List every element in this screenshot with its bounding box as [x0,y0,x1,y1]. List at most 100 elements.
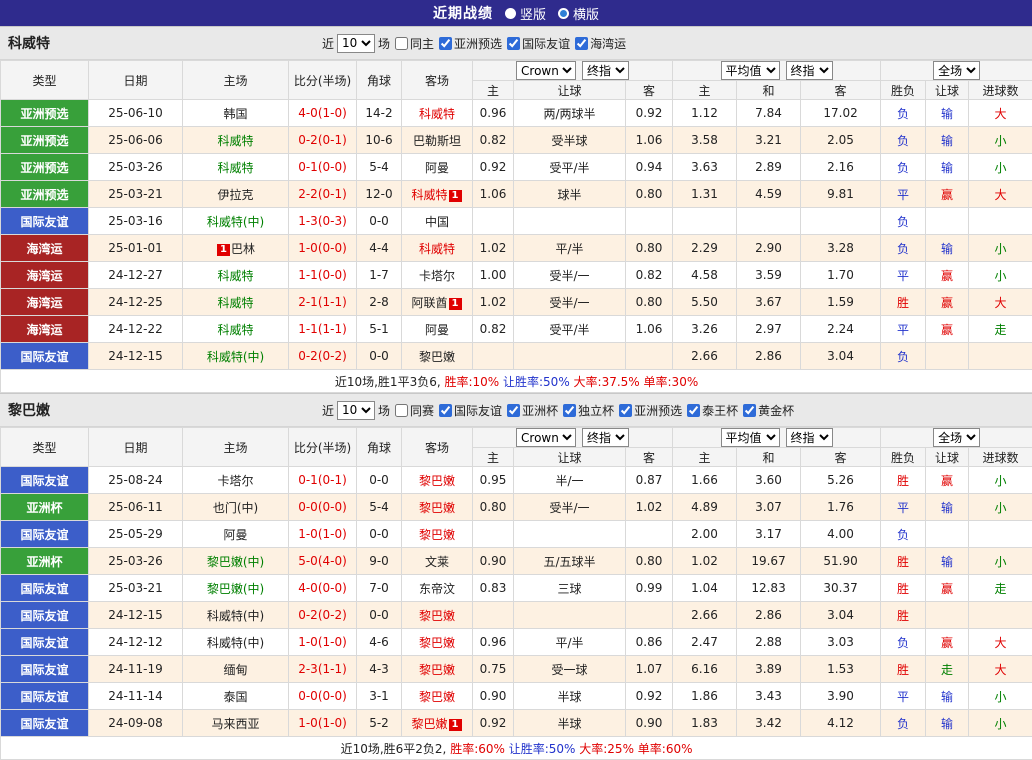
date-cell: 25-05-29 [89,521,183,548]
home-team-cell: 科威特(中) [183,343,289,370]
match-count-select[interactable]: 10 [337,34,375,53]
corner-cell: 5-4 [357,154,402,181]
avg-away-odds-cell: 3.03 [801,629,881,656]
filter-option[interactable]: 国际友谊 [507,35,570,52]
date-cell: 25-06-10 [89,100,183,127]
goals-result-cell: 小 [969,262,1032,289]
team-sections: 科威特近10场同主亚洲预选国际友谊海湾运类型日期主场比分(半场)角球客场Crow… [0,26,1032,760]
date-cell: 24-12-25 [89,289,183,316]
match-row: 海湾运24-12-22科威特1-1(1-1)5-1阿曼0.82受平/半1.063… [1,316,1032,343]
avg-draw-odds-cell: 3.17 [737,521,801,548]
filter-checkbox[interactable] [395,404,408,417]
radio-vertical-label: 竖版 [520,4,546,23]
match-row: 海湾运25-01-011巴林1-0(0-0)4-4科威特1.02平/半0.802… [1,235,1032,262]
filter-checkbox[interactable] [687,404,700,417]
away-team-cell: 科威特 [402,235,473,262]
away-team-cell: 科威特1 [402,181,473,208]
result-cell: 负 [881,343,926,370]
handicap-away-odds-cell [626,208,673,235]
filter-checkbox[interactable] [619,404,632,417]
avg-home-odds-cell: 1.31 [673,181,737,208]
filter-option[interactable]: 同主 [395,35,434,52]
handicap-line-cell: 受一球 [514,656,626,683]
match-row: 国际友谊24-12-15科威特(中)0-2(0-2)0-0黎巴嫩2.662.86… [1,602,1032,629]
avg-home-odds-cell: 1.83 [673,710,737,737]
away-team-cell: 黎巴嫩1 [402,710,473,737]
home-team-name: 科威特 [217,269,253,283]
avg-draw-odds-cell: 7.84 [737,100,801,127]
odds-source-select[interactable]: Crown [516,61,576,80]
radio-vertical-icon[interactable] [505,8,516,19]
radio-horizontal-icon[interactable] [558,8,569,19]
home-team-name: 科威特 [217,296,253,310]
away-team-name: 阿联酋 [411,296,447,310]
filter-option[interactable]: 亚洲杯 [507,402,558,419]
avg-draw-odds-cell: 3.89 [737,656,801,683]
odds-source-select[interactable]: 终指 [582,428,629,447]
filter-option[interactable]: 亚洲预选 [619,402,682,419]
avg-odds-select[interactable]: 终指 [786,61,833,80]
filter-checkbox[interactable] [507,37,520,50]
odds-source-select[interactable]: Crown [516,428,576,447]
corner-cell: 7-0 [357,575,402,602]
column-header: 主场 [183,428,289,467]
filter-option[interactable]: 黄金杯 [743,402,794,419]
date-cell: 25-06-06 [89,127,183,154]
filter-checkbox[interactable] [575,37,588,50]
handicap-home-odds-cell: 0.82 [473,127,514,154]
filter-checkbox[interactable] [395,37,408,50]
match-row: 国际友谊24-12-15科威特(中)0-2(0-2)0-0黎巴嫩2.662.86… [1,343,1032,370]
date-cell: 24-12-12 [89,629,183,656]
layout-option-vertical[interactable]: 竖版 [505,4,546,23]
sub-column-header: 和 [737,448,801,467]
filter-checkbox[interactable] [439,404,452,417]
odds-source-select[interactable]: 终指 [582,61,629,80]
filter-checkbox[interactable] [507,404,520,417]
filter-checkbox[interactable] [563,404,576,417]
filter-option[interactable]: 独立杯 [563,402,614,419]
filter-option[interactable]: 亚洲预选 [439,35,502,52]
handicap-result-cell: 赢 [926,316,969,343]
filter-checkbox[interactable] [743,404,756,417]
summary-row: 近10场,胜1平3负6, 胜率:10% 让胜率:50% 大率:37.5% 单率:… [1,370,1032,393]
scope-select[interactable]: 全场 [933,428,980,447]
score-cell: 1-0(1-0) [289,710,357,737]
sub-column-header: 让球 [926,448,969,467]
goals-result-cell: 大 [969,181,1032,208]
handicap-line-cell [514,343,626,370]
away-team-name: 黎巴嫩 [411,717,447,731]
goals-result-cell [969,602,1032,629]
sub-column-header: 主 [473,81,514,100]
filter-option[interactable]: 国际友谊 [439,402,502,419]
filter-option[interactable]: 海湾运 [575,35,626,52]
avg-odds-select[interactable]: 终指 [786,428,833,447]
match-type-cell: 亚洲杯 [1,494,89,521]
filter-option[interactable]: 同赛 [395,402,434,419]
filter-option[interactable]: 泰王杯 [687,402,738,419]
result-cell: 平 [881,262,926,289]
avg-home-odds-cell: 5.50 [673,289,737,316]
date-cell: 25-08-24 [89,467,183,494]
sub-column-header: 客 [801,448,881,467]
avg-home-odds-cell: 1.86 [673,683,737,710]
scope-select[interactable]: 全场 [933,61,980,80]
handicap-line-cell: 平/半 [514,629,626,656]
home-team-name: 阿曼 [223,528,247,542]
handicap-away-odds-cell: 0.80 [626,289,673,316]
layout-option-horizontal[interactable]: 横版 [558,4,599,23]
away-team-name: 科威特 [419,242,455,256]
match-type-cell: 海湾运 [1,289,89,316]
home-team-cell: 伊拉克 [183,181,289,208]
avg-odds-select[interactable]: 平均值 [721,428,780,447]
avg-home-odds-cell: 2.00 [673,521,737,548]
summary-segment: 近10场,胜1平3负6, [335,375,445,389]
home-team-name: 科威特 [217,134,253,148]
result-header: 全场 [881,61,1032,81]
score-cell: 2-1(1-1) [289,289,357,316]
result-cell: 负 [881,521,926,548]
avg-odds-select[interactable]: 平均值 [721,61,780,80]
handicap-home-odds-cell: 1.02 [473,235,514,262]
sub-column-header: 客 [626,81,673,100]
match-count-select[interactable]: 10 [337,401,375,420]
filter-checkbox[interactable] [439,37,452,50]
